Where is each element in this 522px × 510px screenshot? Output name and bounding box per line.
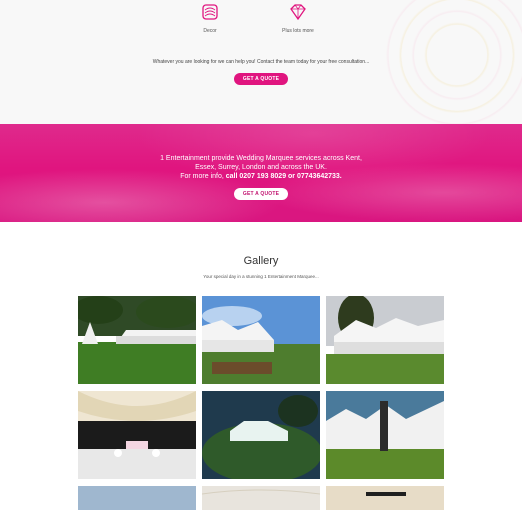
banner-get-quote-button[interactable]: GET A QUOTE	[234, 188, 288, 200]
gallery-title: Gallery	[243, 255, 279, 267]
banner-line-1: 1 Entertainment provide Wedding Marquee …	[160, 155, 362, 162]
gallery-photo[interactable]	[326, 391, 444, 479]
gallery-photo[interactable]	[78, 391, 196, 479]
service-label: Decor	[203, 28, 217, 34]
get-quote-button[interactable]: GET A QUOTE	[234, 73, 288, 85]
banner-line-2: Essex, Surrey, London and across the UK.	[195, 164, 327, 171]
gallery-photo[interactable]	[202, 486, 320, 510]
gallery-photo[interactable]	[78, 296, 196, 384]
decor-icon	[202, 4, 218, 20]
service-decor[interactable]: Decor	[170, 2, 250, 34]
service-label: Plus lots more	[282, 28, 314, 34]
banner-prefix: For more info,	[180, 173, 226, 180]
gallery-photo[interactable]	[202, 296, 320, 384]
gallery-photo[interactable]	[202, 391, 320, 479]
services-section: Decor Plus lots more Whatever you are lo…	[0, 0, 522, 124]
gallery-photo[interactable]	[78, 486, 196, 510]
info-banner: 1 Entertainment provide Wedding Marquee …	[0, 124, 522, 222]
gallery-subtitle: Your special day in a stunning 1 Enterta…	[203, 274, 319, 279]
lead-text: Whatever you are looking for we can help…	[152, 59, 370, 65]
banner-line-3: For more info, call 0207 193 8029 or 077…	[0, 172, 522, 181]
service-more[interactable]: Plus lots more	[258, 2, 338, 34]
banner-phone[interactable]: call 0207 193 8029 or 07743642733.	[226, 173, 342, 180]
gallery-photo[interactable]	[326, 486, 444, 510]
gallery-photo[interactable]	[326, 296, 444, 384]
diamond-icon	[290, 4, 306, 21]
